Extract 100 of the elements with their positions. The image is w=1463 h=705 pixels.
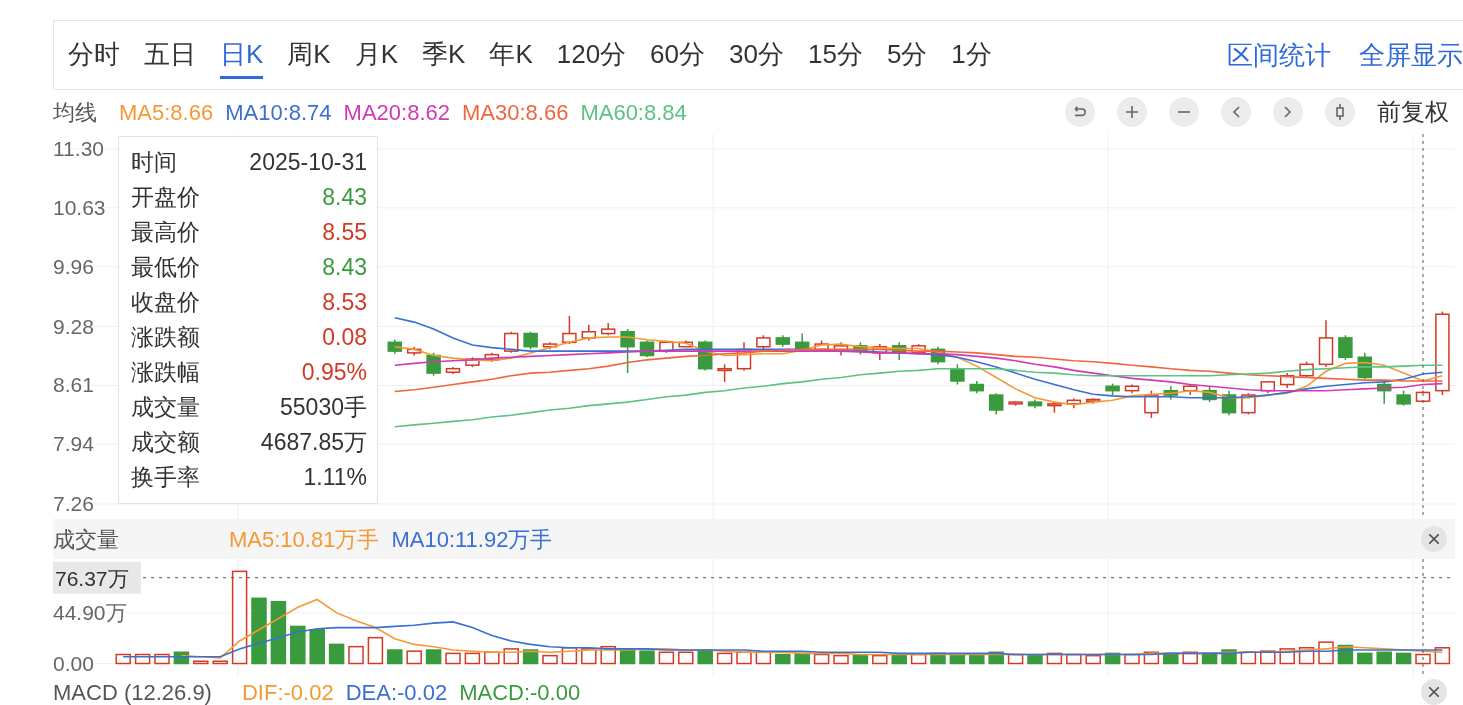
macd-value: DEA:-0.02 (345, 678, 448, 705)
volume-bar (154, 653, 170, 665)
volume-bar (484, 651, 500, 665)
ref-line-label: 76.37万 (55, 566, 129, 590)
volume-bar (115, 653, 131, 665)
volume-bar (1395, 652, 1412, 665)
tooltip-value: 8.43 (322, 183, 367, 212)
volume-bar (134, 653, 151, 665)
chevron-left-icon (1232, 106, 1240, 118)
candlestick (1260, 380, 1276, 395)
legend-label: MACD (12.26.9) (53, 678, 212, 705)
chart-period-tab[interactable]: 五日 (144, 31, 196, 79)
volume-bar (1027, 654, 1043, 665)
price-axis-label: 10.63 (53, 195, 106, 219)
volume-bar (1143, 651, 1160, 665)
toolbar-link[interactable]: 区间统计 (1227, 35, 1331, 75)
undo-icon (1074, 106, 1086, 118)
chart-period-tab[interactable]: 15分 (807, 31, 863, 79)
volume-bar (367, 636, 384, 665)
candlestick (1066, 397, 1082, 409)
volume-bar (348, 645, 364, 665)
volume-average-value: MA10:11.92万手 (391, 525, 553, 554)
previous-button[interactable] (1221, 97, 1251, 127)
candlestick (1163, 385, 1179, 401)
volume-bar (406, 650, 422, 665)
chart-period-tab[interactable]: 月K (354, 31, 399, 79)
candlestick (988, 392, 1004, 416)
chart-period-tab[interactable]: 分时 (68, 31, 120, 79)
price-axis-label: 11.30 (53, 136, 104, 160)
candlestick (1338, 334, 1353, 361)
price-axis-label: 8.61 (53, 373, 94, 397)
undo-button[interactable] (1065, 97, 1095, 127)
close-button[interactable] (1421, 526, 1447, 552)
volume-bar (1066, 653, 1082, 665)
chart-period-tab[interactable]: 1分 (951, 31, 992, 79)
candlestick-button[interactable] (1325, 97, 1355, 127)
candlestick (736, 341, 752, 372)
tooltip-label: 最低价 (131, 253, 200, 282)
candlestick (639, 339, 655, 358)
candlestick (406, 345, 422, 357)
tooltip-label: 成交额 (131, 428, 200, 457)
volume-bar (387, 649, 403, 665)
volume-bar (755, 651, 772, 665)
candlestick (581, 324, 597, 342)
close-icon (1429, 534, 1439, 544)
candlestick (465, 356, 480, 368)
candlestick (523, 331, 538, 351)
chart-period-tab[interactable]: 日K (220, 31, 264, 79)
close-button[interactable] (1421, 679, 1447, 705)
candlestick (1318, 319, 1334, 368)
chart-period-tab[interactable]: 30分 (729, 31, 784, 79)
candlestick (1299, 360, 1314, 379)
volume-bar (1201, 652, 1218, 665)
price-adjust-option[interactable]: 前复权 (1377, 94, 1449, 130)
volume-bar (833, 654, 849, 665)
next-button[interactable] (1273, 97, 1303, 127)
volume-bar (1357, 652, 1373, 665)
plus-icon (1126, 106, 1138, 118)
candlestick (950, 363, 965, 386)
candlestick (1357, 352, 1373, 380)
price-axis-label: 9.28 (53, 314, 94, 338)
volume-bar (988, 651, 1004, 665)
zoom-out-button[interactable] (1169, 97, 1199, 127)
chart-period-tab[interactable]: 周K (287, 31, 331, 79)
volume-bar (1124, 653, 1140, 665)
candlestick (600, 322, 616, 337)
candlestick (833, 341, 849, 357)
tooltip-value: 8.55 (322, 218, 367, 247)
candlestick (1182, 383, 1198, 396)
volume-bar (1182, 651, 1198, 665)
chart-period-tab[interactable]: 60分 (650, 31, 706, 79)
zoom-in-button[interactable] (1117, 97, 1147, 127)
chart-period-tab[interactable]: 5分 (886, 31, 928, 79)
volume-bar (872, 654, 888, 665)
toolbar-link[interactable]: 全屏显示 (1359, 35, 1463, 75)
price-axis-label: 9.96 (53, 254, 94, 278)
tooltip-label: 收盘价 (131, 288, 200, 317)
volume-bar (736, 651, 752, 665)
volume-bar (1376, 651, 1392, 665)
candlestick (1241, 392, 1256, 416)
tooltip-value: 0.08 (322, 323, 367, 352)
moving-average-value: MA10:8.74 (225, 98, 332, 127)
volume-bar (891, 653, 907, 665)
tooltip-label: 最高价 (131, 218, 200, 247)
volume-average-value: MA5:10.81万手 (229, 525, 380, 554)
tooltip-value: 1.11% (303, 463, 367, 492)
chart-period-tab[interactable]: 季K (422, 31, 466, 79)
volume-bar (1007, 653, 1024, 665)
chart-period-tab[interactable]: 120分 (556, 31, 627, 79)
candlestick (1279, 372, 1295, 389)
candlestick (562, 315, 577, 345)
volume-bar (1163, 652, 1179, 665)
chart-period-tab[interactable]: 年K (489, 31, 533, 79)
moving-average-value: MA20:8.62 (343, 98, 450, 127)
tooltip-value: 55030手 (280, 393, 367, 422)
candlestick (1202, 385, 1217, 403)
volume-bar (969, 654, 985, 665)
price-axis-label: 7.94 (53, 432, 94, 456)
tooltip-label: 涨跌幅 (131, 358, 200, 387)
volume-bar (193, 660, 209, 665)
